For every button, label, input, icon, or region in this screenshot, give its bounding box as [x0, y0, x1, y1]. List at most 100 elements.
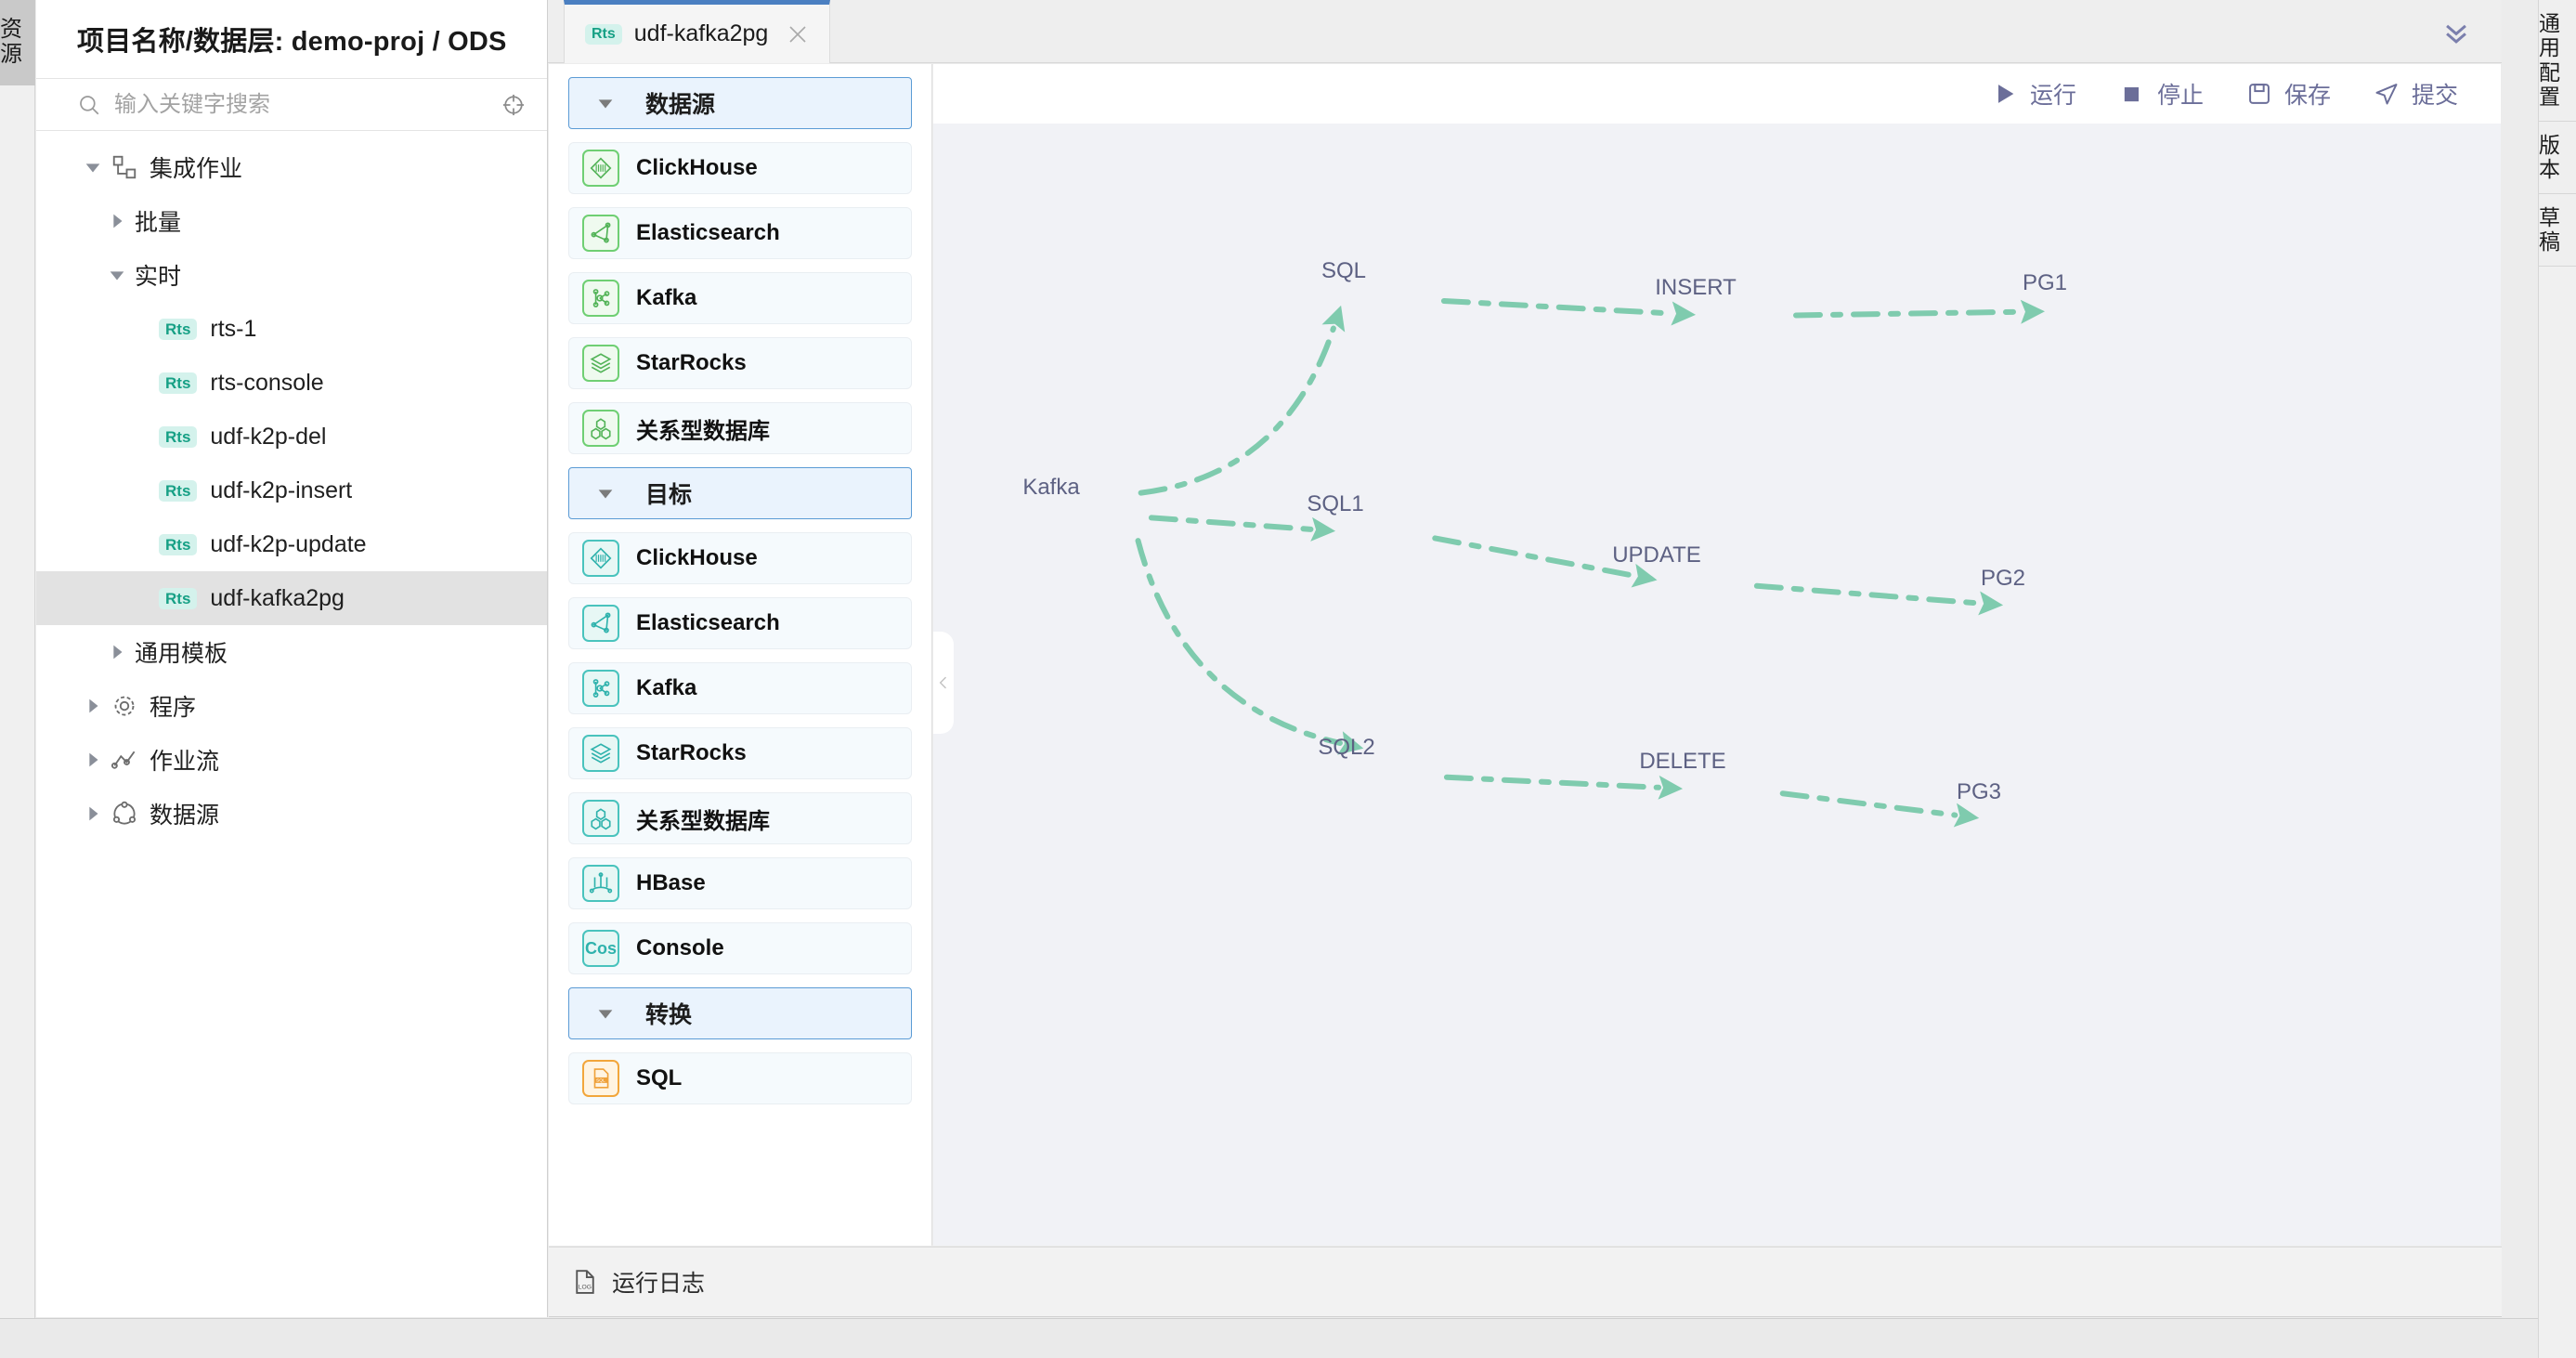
left-rail: 资源	[0, 0, 35, 1358]
toolbar-play-button[interactable]: 运行	[1992, 77, 2076, 111]
chevron-down-icon[interactable]	[595, 1003, 616, 1024]
tree-item-udf-k2p-insert[interactable]: Rtsudf-k2p-insert	[36, 464, 547, 517]
palette-item-关系型数据库[interactable]: 关系型数据库	[568, 402, 912, 454]
run-log-bar[interactable]: LOG 运行日志	[549, 1247, 2502, 1317]
palette-item-Elasticsearch[interactable]: Elasticsearch	[568, 597, 912, 649]
rts-badge: Rts	[159, 426, 197, 448]
tree-item-作业流[interactable]: 作业流	[36, 733, 547, 787]
console-icon-box: Cos	[582, 930, 619, 967]
palette-item-Elasticsearch[interactable]: Elasticsearch	[568, 207, 912, 259]
palette-item-StarRocks[interactable]: StarRocks	[568, 337, 912, 389]
palette-group-xfrm[interactable]: 转换	[568, 987, 912, 1039]
kafka-icon-box	[582, 670, 619, 707]
right-rail-tab-2[interactable]: 草稿	[2539, 194, 2576, 267]
palette-collapse-handle[interactable]	[933, 632, 954, 734]
rts-badge: Rts	[159, 372, 197, 394]
double-chevron-down-icon[interactable]	[2440, 17, 2472, 48]
sidebar-header: 项目名称/数据层: demo-proj / ODS	[36, 0, 547, 79]
locate-target-icon[interactable]	[501, 92, 527, 118]
sitemap-icon	[111, 153, 138, 181]
flow-edge-arrowhead	[1322, 302, 1353, 333]
flow-node-label: DELETE	[1590, 749, 1776, 775]
chevron-left-icon	[934, 673, 953, 692]
starrocks-icon	[589, 741, 613, 765]
palette-item-SQL[interactable]: SQLSQL	[568, 1052, 912, 1104]
chevron-down-icon[interactable]	[595, 93, 616, 113]
rail-tab-resources[interactable]: 资源	[0, 0, 35, 85]
log-file-icon: LOG	[571, 1268, 599, 1296]
palette-item-Kafka[interactable]: Kafka	[568, 662, 912, 714]
chevron-down-icon[interactable]	[595, 483, 616, 503]
chevron-right-icon[interactable]	[83, 696, 103, 716]
node-palette: 数据源 ClickHouse Elasticsearch Kafka StarRocks…	[549, 64, 932, 1246]
toolbar-stop-button[interactable]: 停止	[2119, 77, 2204, 111]
tree-item-label: 数据源	[150, 797, 219, 830]
tab-udf-kafka2pg[interactable]: Rts udf-kafka2pg	[564, 0, 830, 63]
close-icon[interactable]	[787, 23, 809, 46]
clickhouse-icon-box	[582, 150, 619, 187]
palette-item-StarRocks[interactable]: StarRocks	[568, 727, 912, 779]
right-rail-tab-label: 版本	[2539, 133, 2576, 182]
tree-item-通用模板[interactable]: 通用模板	[36, 625, 547, 679]
chevron-down-icon[interactable]	[107, 265, 127, 285]
flow-edge	[1447, 777, 1659, 788]
rts-badge: Rts	[159, 319, 197, 340]
palette-item-ClickHouse[interactable]: ClickHouse	[568, 142, 912, 194]
toolbar-send-button[interactable]: 提交	[2374, 77, 2458, 111]
chevron-down-icon[interactable]	[83, 157, 103, 177]
save-icon	[2246, 81, 2272, 107]
tree-item-label: udf-k2p-del	[210, 424, 326, 450]
tree-item-集成作业[interactable]: 集成作业	[36, 140, 547, 194]
toolbar-save-button[interactable]: 保存	[2246, 77, 2331, 111]
flow-canvas[interactable]: KafkaSQLSQLSQLINSERTPG1SQLSQL1SQLUPDATEP…	[933, 124, 2501, 1246]
datasource-icon	[111, 800, 138, 828]
palette-item-Kafka[interactable]: Kafka	[568, 272, 912, 324]
search-input[interactable]	[114, 92, 501, 118]
hbase-icon	[589, 871, 613, 895]
palette-group-src[interactable]: 数据源	[568, 77, 912, 129]
editor-tabbar: Rts udf-kafka2pg	[548, 0, 2502, 63]
tree-item-label: 集成作业	[150, 150, 242, 184]
sql-file-icon: SQL	[589, 1066, 613, 1090]
tree-item-数据源[interactable]: 数据源	[36, 787, 547, 841]
right-rail: 通用配置版本草稿	[2538, 0, 2576, 1358]
chevron-right-icon[interactable]	[83, 803, 103, 824]
palette-item-ClickHouse[interactable]: ClickHouse	[568, 532, 912, 584]
clickhouse-icon	[589, 546, 613, 570]
tree-item-批量[interactable]: 批量	[36, 194, 547, 248]
palette-group-dst[interactable]: 目标	[568, 467, 912, 519]
flow-edge	[1444, 301, 1672, 314]
tree-item-label: udf-k2p-update	[210, 531, 366, 558]
chevron-right-icon[interactable]	[107, 211, 127, 231]
chevron-right-icon[interactable]	[83, 750, 103, 770]
starrocks-icon	[589, 351, 613, 375]
stop-icon	[2119, 81, 2145, 107]
right-rail-tab-1[interactable]: 版本	[2539, 122, 2576, 194]
flow-edge-arrowhead	[1978, 591, 2004, 617]
tree-item-rts-console[interactable]: Rtsrts-console	[36, 356, 547, 410]
tree-item-udf-kafka2pg[interactable]: Rtsudf-kafka2pg	[36, 571, 547, 625]
rts-badge: Rts	[159, 534, 197, 555]
tree-item-实时[interactable]: 实时	[36, 248, 547, 302]
tree-item-程序[interactable]: 程序	[36, 679, 547, 733]
tree-item-udf-k2p-del[interactable]: Rts udf-k2p-del	[36, 410, 547, 464]
tab-label: udf-kafka2pg	[634, 20, 769, 47]
chevron-right-icon[interactable]	[107, 642, 127, 662]
tree-item-rts-1[interactable]: Rtsrts-1	[36, 302, 547, 356]
elasticsearch-icon	[589, 221, 613, 245]
right-rail-tab-0[interactable]: 通用配置	[2539, 0, 2576, 122]
palette-item-HBase[interactable]: HBase	[568, 857, 912, 909]
flow-edge-arrowhead	[1954, 803, 1981, 830]
tree-item-label: 程序	[150, 689, 196, 723]
play-icon	[1992, 81, 2018, 107]
flow-edge	[1151, 517, 1311, 529]
kafka-icon	[589, 676, 613, 700]
palette-group-label: 数据源	[645, 86, 715, 120]
palette-item-label: 关系型数据库	[636, 412, 770, 445]
palette-item-Console[interactable]: CosConsole	[568, 922, 912, 974]
svg-text:LOG: LOG	[579, 1285, 592, 1291]
tree-item-udf-k2p-update[interactable]: Rts udf-k2p-update	[36, 517, 547, 571]
resource-tree: 集成作业批量实时Rtsrts-1Rtsrts-consoleRtsudf-k2p…	[36, 131, 547, 841]
send-icon	[2374, 81, 2400, 107]
palette-item-关系型数据库[interactable]: 关系型数据库	[568, 792, 912, 844]
